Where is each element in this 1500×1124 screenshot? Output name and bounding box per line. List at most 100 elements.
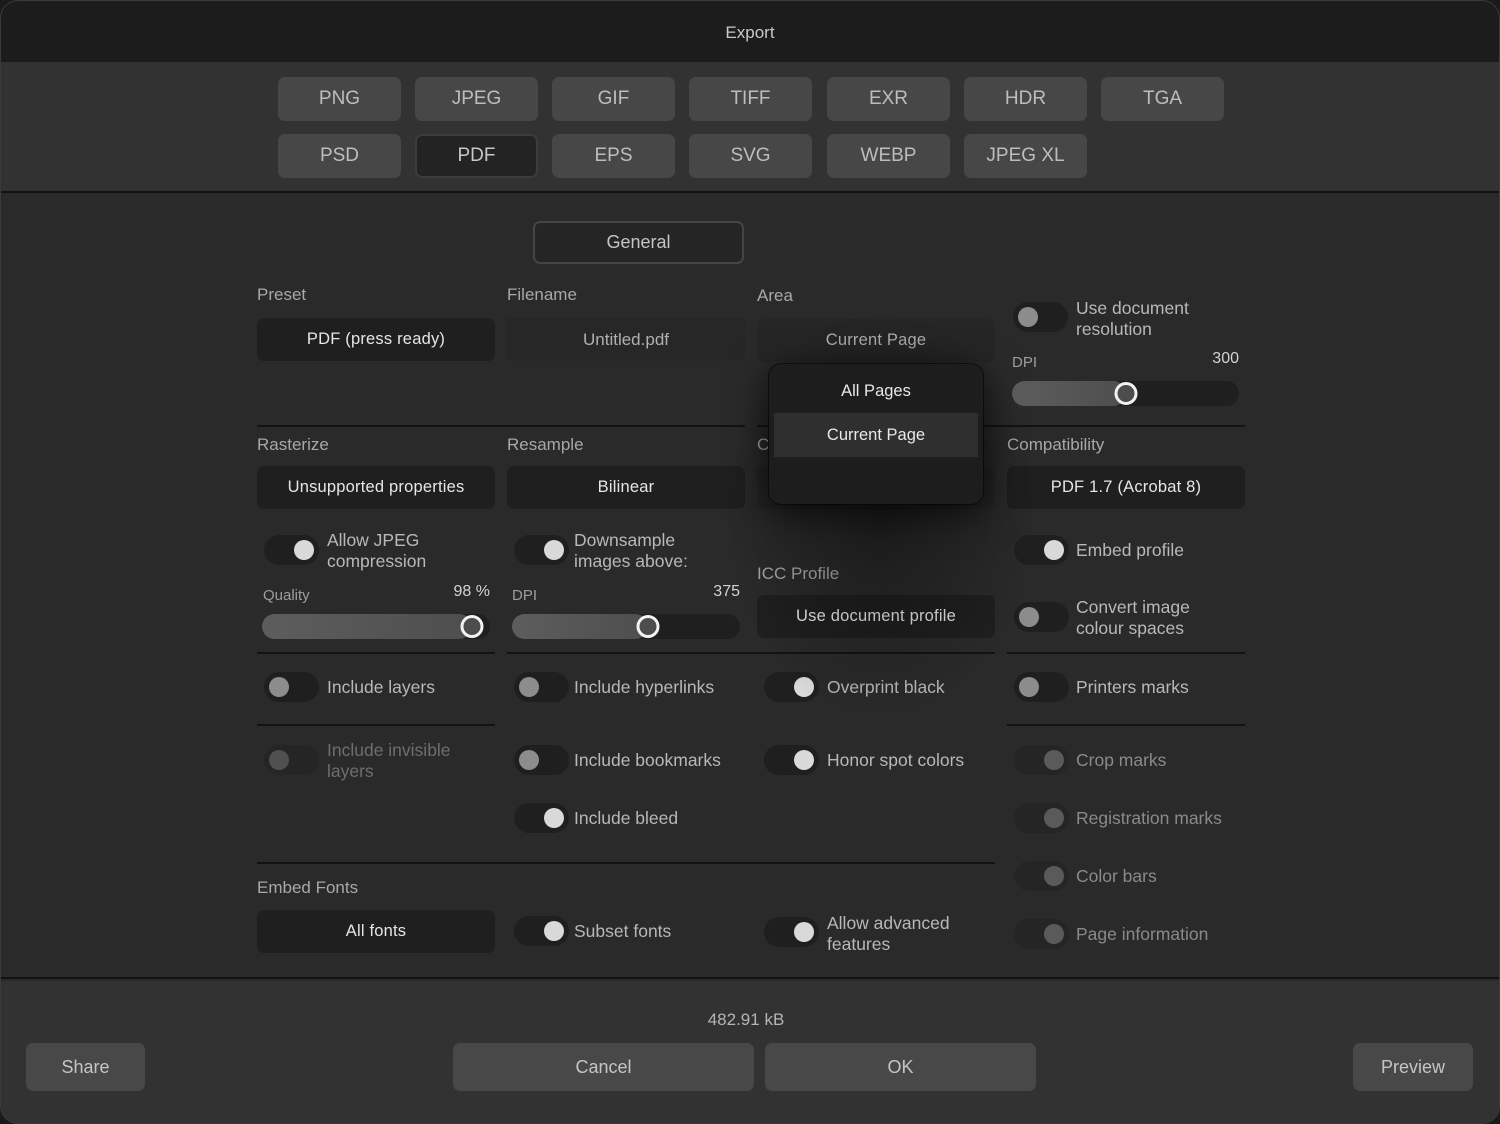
include-bookmarks-toggle[interactable]: [514, 745, 569, 775]
divider: [257, 425, 745, 427]
format-tga-button[interactable]: TGA: [1101, 77, 1224, 121]
toggle-knob: [1019, 607, 1039, 627]
toggle-knob: [269, 677, 289, 697]
icc-profile-label: ICC Profile: [757, 564, 840, 583]
dialog-title: Export: [725, 23, 775, 42]
filename-label: Filename: [507, 285, 577, 304]
toggle-knob: [1044, 750, 1064, 770]
area-label: Area: [757, 286, 793, 305]
subset-fonts-toggle[interactable]: [514, 916, 569, 946]
include-bleed-label: Include bleed: [574, 808, 679, 828]
overprint-black-label: Overprint black: [827, 677, 945, 697]
format-gif-button[interactable]: GIF: [552, 77, 675, 121]
resample-select[interactable]: Bilinear: [507, 466, 745, 509]
area-select[interactable]: Current Page: [757, 319, 995, 362]
toggle-knob: [1044, 866, 1064, 886]
format-hdr-button[interactable]: HDR: [964, 77, 1087, 121]
area-option-all-pages[interactable]: All Pages: [774, 369, 978, 413]
honor-spot-colors-label: Honor spot colors: [827, 750, 965, 770]
slider-fill: [512, 614, 648, 639]
toggle-knob: [794, 750, 814, 770]
dpi-label: DPI: [1012, 354, 1038, 371]
ok-button[interactable]: OK: [765, 1043, 1036, 1091]
hidden-column-label: C: [757, 435, 770, 454]
rasterize-select[interactable]: Unsupported properties: [257, 466, 495, 509]
toggle-knob: [1044, 808, 1064, 828]
compatibility-select[interactable]: PDF 1.7 (Acrobat 8): [1007, 466, 1245, 509]
preset-select[interactable]: PDF (press ready): [257, 318, 495, 361]
format-exr-button[interactable]: EXR: [827, 77, 950, 121]
toggle-knob: [1019, 677, 1039, 697]
allow-advanced-features-toggle[interactable]: [764, 917, 819, 947]
dpi-slider[interactable]: [1012, 381, 1239, 406]
slider-thumb[interactable]: [1114, 382, 1137, 405]
toggle-knob: [269, 750, 289, 770]
page-information-toggle[interactable]: [1014, 919, 1069, 949]
embed-fonts-label: Embed Fonts: [257, 878, 359, 897]
downsample-dpi-slider[interactable]: [512, 614, 740, 639]
allow-jpeg-compression-toggle[interactable]: [264, 535, 319, 565]
embed-profile-label: Embed profile: [1076, 540, 1184, 560]
crop-marks-toggle[interactable]: [1014, 745, 1069, 775]
export-dialog: Export PNG JPEG GIF TIFF EXR HDR TGA PSD…: [0, 0, 1500, 1124]
format-webp-button[interactable]: WEBP: [827, 134, 950, 178]
subset-fonts-label: Subset fonts: [574, 921, 672, 941]
format-eps-button[interactable]: EPS: [552, 134, 675, 178]
color-bars-label: Color bars: [1076, 866, 1157, 886]
divider: [257, 724, 495, 726]
quality-slider[interactable]: [262, 614, 490, 639]
overprint-black-toggle[interactable]: [764, 672, 819, 702]
dpi-value: 300: [1212, 350, 1239, 367]
cancel-button[interactable]: Cancel: [453, 1043, 754, 1091]
use-document-resolution-label: Use document resolution: [1076, 298, 1189, 339]
include-layers-toggle[interactable]: [264, 672, 319, 702]
format-jpegxl-button[interactable]: JPEG XL: [964, 134, 1087, 178]
slider-fill: [262, 614, 472, 639]
compatibility-label: Compatibility: [1007, 435, 1105, 454]
include-invisible-layers-toggle[interactable]: [264, 745, 319, 775]
filename-input[interactable]: Untitled.pdf: [507, 318, 745, 361]
slider-thumb[interactable]: [636, 615, 660, 638]
icc-profile-select[interactable]: Use document profile: [757, 595, 995, 638]
include-bleed-toggle[interactable]: [514, 803, 569, 833]
preview-button[interactable]: Preview: [1353, 1043, 1473, 1091]
format-pdf-button[interactable]: PDF: [415, 134, 538, 178]
embed-fonts-select[interactable]: All fonts: [257, 910, 495, 953]
downsample-label: Downsample images above:: [574, 530, 688, 571]
include-hyperlinks-toggle[interactable]: [514, 672, 569, 702]
section-general-button[interactable]: General: [533, 221, 744, 264]
toggle-knob: [1044, 924, 1064, 944]
title-bar: Export: [1, 1, 1499, 62]
format-svg-button[interactable]: SVG: [689, 134, 812, 178]
registration-marks-toggle[interactable]: [1014, 803, 1069, 833]
convert-colour-spaces-toggle[interactable]: [1014, 602, 1069, 632]
toggle-knob: [544, 540, 564, 560]
quality-label: Quality: [263, 587, 310, 604]
include-layers-label: Include layers: [327, 677, 435, 697]
color-bars-toggle[interactable]: [1014, 861, 1069, 891]
downsample-toggle[interactable]: [514, 535, 569, 565]
preset-label: Preset: [257, 285, 307, 304]
footer: 482.91 kB Share Cancel OK Preview: [1, 981, 1499, 1123]
toggle-knob: [544, 808, 564, 828]
use-document-resolution-toggle[interactable]: [1013, 302, 1068, 332]
rasterize-label: Rasterize: [257, 435, 329, 454]
toggle-knob: [544, 921, 564, 941]
printers-marks-toggle[interactable]: [1014, 672, 1069, 702]
settings-panel: General Preset PDF (press ready) Filenam…: [1, 194, 1499, 979]
embed-profile-toggle[interactable]: [1014, 535, 1069, 565]
toggle-knob: [294, 540, 314, 560]
format-jpeg-button[interactable]: JPEG: [415, 77, 538, 121]
area-option-current-page[interactable]: Current Page: [774, 413, 978, 457]
format-psd-button[interactable]: PSD: [278, 134, 401, 178]
slider-thumb[interactable]: [460, 615, 484, 638]
format-png-button[interactable]: PNG: [278, 77, 401, 121]
toggle-knob: [1018, 307, 1038, 327]
registration-marks-label: Registration marks: [1076, 808, 1222, 828]
format-tiff-button[interactable]: TIFF: [689, 77, 812, 121]
toggle-knob: [794, 922, 814, 942]
honor-spot-colors-toggle[interactable]: [764, 745, 819, 775]
printers-marks-label: Printers marks: [1076, 677, 1189, 697]
share-button[interactable]: Share: [26, 1043, 145, 1091]
convert-colour-spaces-label: Convert image colour spaces: [1076, 597, 1190, 638]
